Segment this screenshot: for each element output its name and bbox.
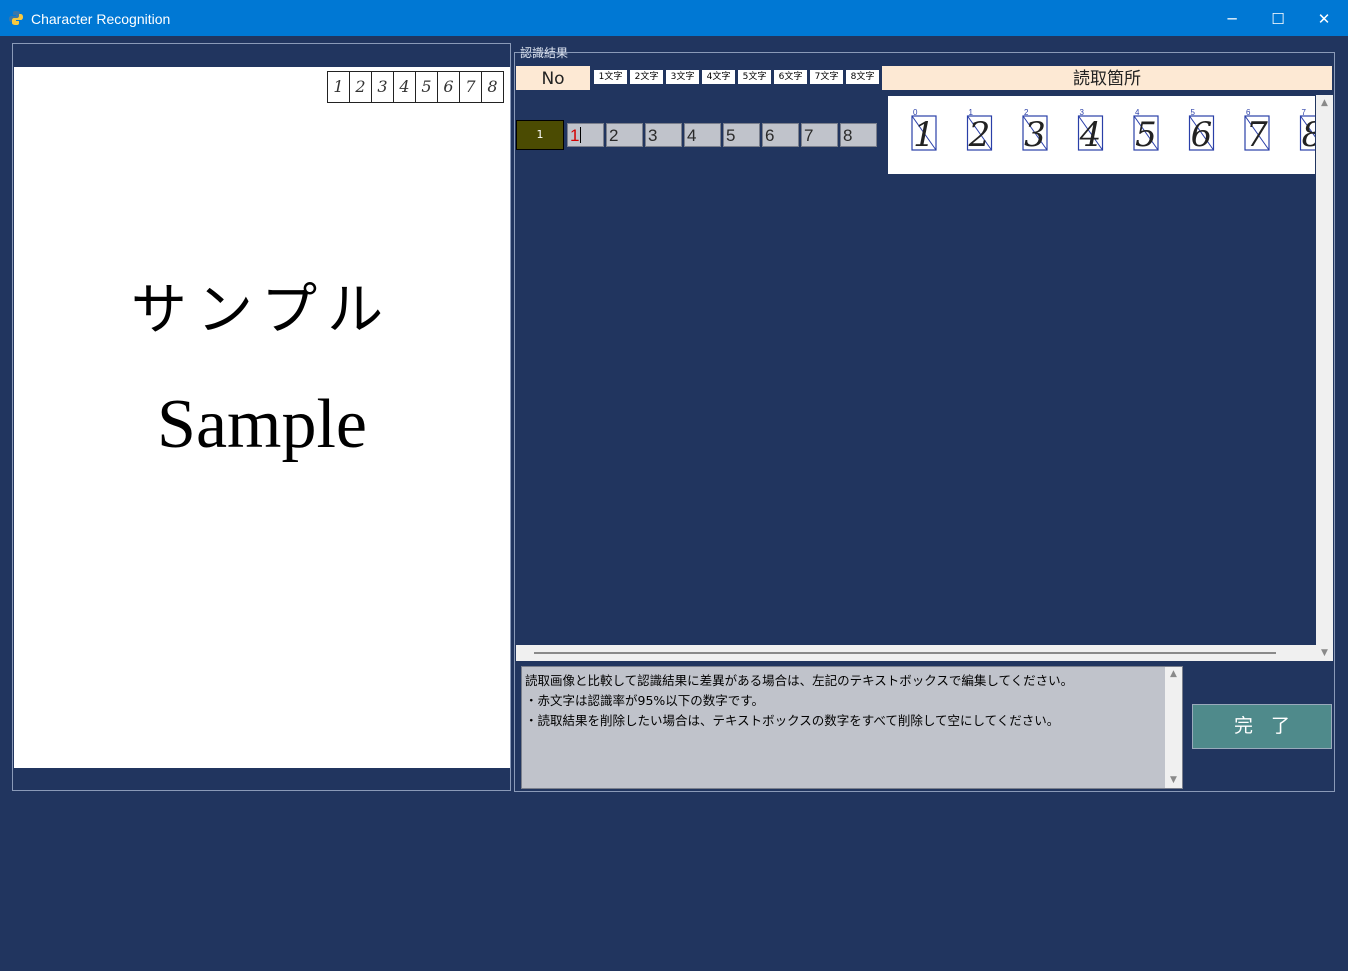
read-digit-index: 2	[1024, 108, 1029, 117]
read-digit-cell: 32	[1022, 108, 1048, 155]
row-number-button[interactable]: 1	[516, 120, 564, 150]
results-horizontal-scrollbar[interactable]	[516, 645, 1316, 661]
read-digit: 8	[1302, 115, 1315, 155]
read-digit-cell: 87	[1299, 108, 1315, 155]
read-digit-cell: 76	[1244, 108, 1270, 155]
digit-box: 8	[487, 77, 498, 96]
digit-textbox-3[interactable]: 3	[645, 123, 682, 147]
header-char-6: 6文字	[774, 70, 807, 84]
instruction-line: 読取画像と比較して認識結果に差異がある場合は、左記のテキストボックスで編集してく…	[525, 673, 1074, 688]
read-digit: 5	[1135, 115, 1157, 155]
title-bar: Character Recognition ─ ☐ ✕	[0, 0, 1348, 36]
digit-box: 1	[328, 72, 350, 102]
read-digit-index: 4	[1135, 108, 1140, 117]
read-digit: 1	[913, 115, 935, 155]
read-digit: 4	[1079, 115, 1102, 155]
results-vertical-scrollbar[interactable]: ▲ ▼	[1316, 95, 1333, 661]
read-digit-index: 3	[1080, 108, 1085, 117]
header-char-8: 8文字	[846, 70, 879, 84]
instruction-line: ・読取結果を削除したい場合は、テキストボックスの数字をすべて削除して空にしてくだ…	[525, 713, 1060, 728]
header-char-2: 2文字	[630, 70, 663, 84]
scroll-up-arrow-icon[interactable]: ▲	[1165, 669, 1182, 679]
close-button[interactable]: ✕	[1301, 0, 1347, 36]
read-digit: 2	[968, 115, 991, 155]
instruction-line: ・赤文字は認識率が95%以下の数字です。	[525, 693, 765, 708]
scrollbar-thumb[interactable]	[534, 652, 1276, 654]
digit-textbox-2[interactable]: 2	[606, 123, 643, 147]
digit-box: 3	[372, 72, 394, 102]
sample-watermark-jp: サンプル	[130, 278, 394, 343]
read-area-image: 1021324354657687	[888, 96, 1315, 174]
window-title: Character Recognition	[31, 11, 171, 27]
header-char-7: 7文字	[810, 70, 843, 84]
read-digit: 6	[1191, 115, 1213, 155]
document-image: 1 2 3 4 5 6 7 8 サンプル Sample	[14, 67, 510, 768]
maximize-button[interactable]: ☐	[1255, 0, 1301, 36]
read-digit-index: 6	[1246, 108, 1251, 117]
instructions-textbox[interactable]: 読取画像と比較して認識結果に差異がある場合は、左記のテキストボックスで編集してく…	[521, 666, 1183, 789]
digit-textbox-5[interactable]: 5	[723, 123, 760, 147]
read-digit-index: 0	[913, 108, 918, 117]
header-read-area: 読取箇所	[882, 66, 1332, 90]
scroll-up-arrow-icon[interactable]: ▲	[1316, 98, 1333, 108]
read-area-drawing: 1021324354657687	[911, 108, 1315, 155]
scroll-down-arrow-icon[interactable]: ▼	[1165, 775, 1182, 785]
digit-box: 2	[350, 72, 372, 102]
digit-box: 7	[460, 72, 482, 102]
read-digit: 7	[1246, 115, 1268, 155]
read-digit-cell: 10	[911, 108, 937, 155]
digit-textbox-4[interactable]: 4	[684, 123, 721, 147]
read-digit-cell: 21	[966, 108, 993, 155]
digit-entry-boxes: 1 2 3 4 5 6 7 8	[327, 71, 504, 103]
digit-box: 6	[438, 72, 460, 102]
digit-textbox-8[interactable]: 8	[840, 123, 877, 147]
instructions-scrollbar[interactable]: ▲ ▼	[1165, 667, 1182, 788]
python-icon	[9, 11, 23, 25]
read-digit-cell: 43	[1077, 108, 1104, 155]
digit-textbox-6[interactable]: 6	[762, 123, 799, 147]
header-char-5: 5文字	[738, 70, 771, 84]
done-button[interactable]: 完了	[1192, 704, 1332, 749]
header-char-4: 4文字	[702, 70, 735, 84]
results-group-legend: 認識結果	[520, 46, 569, 60]
minimize-button[interactable]: ─	[1209, 0, 1255, 36]
scroll-down-arrow-icon[interactable]: ▼	[1316, 648, 1333, 658]
read-digit-index: 5	[1191, 108, 1196, 117]
read-digit-index: 1	[969, 108, 974, 117]
header-char-1: 1文字	[594, 70, 627, 84]
digit-textbox-7[interactable]: 7	[801, 123, 838, 147]
text-caret	[580, 127, 582, 143]
read-digit-index: 7	[1302, 108, 1307, 117]
header-char-3: 3文字	[666, 70, 699, 84]
digit-box: 5	[416, 72, 438, 102]
read-digit-cell: 65	[1188, 108, 1215, 155]
read-digit-cell: 54	[1133, 108, 1159, 155]
read-digit: 3	[1024, 115, 1046, 155]
header-no: No	[516, 66, 590, 90]
sample-watermark-en: Sample	[157, 386, 367, 463]
digit-textbox-1[interactable]: 1	[567, 123, 604, 147]
digit-box: 4	[394, 72, 416, 102]
